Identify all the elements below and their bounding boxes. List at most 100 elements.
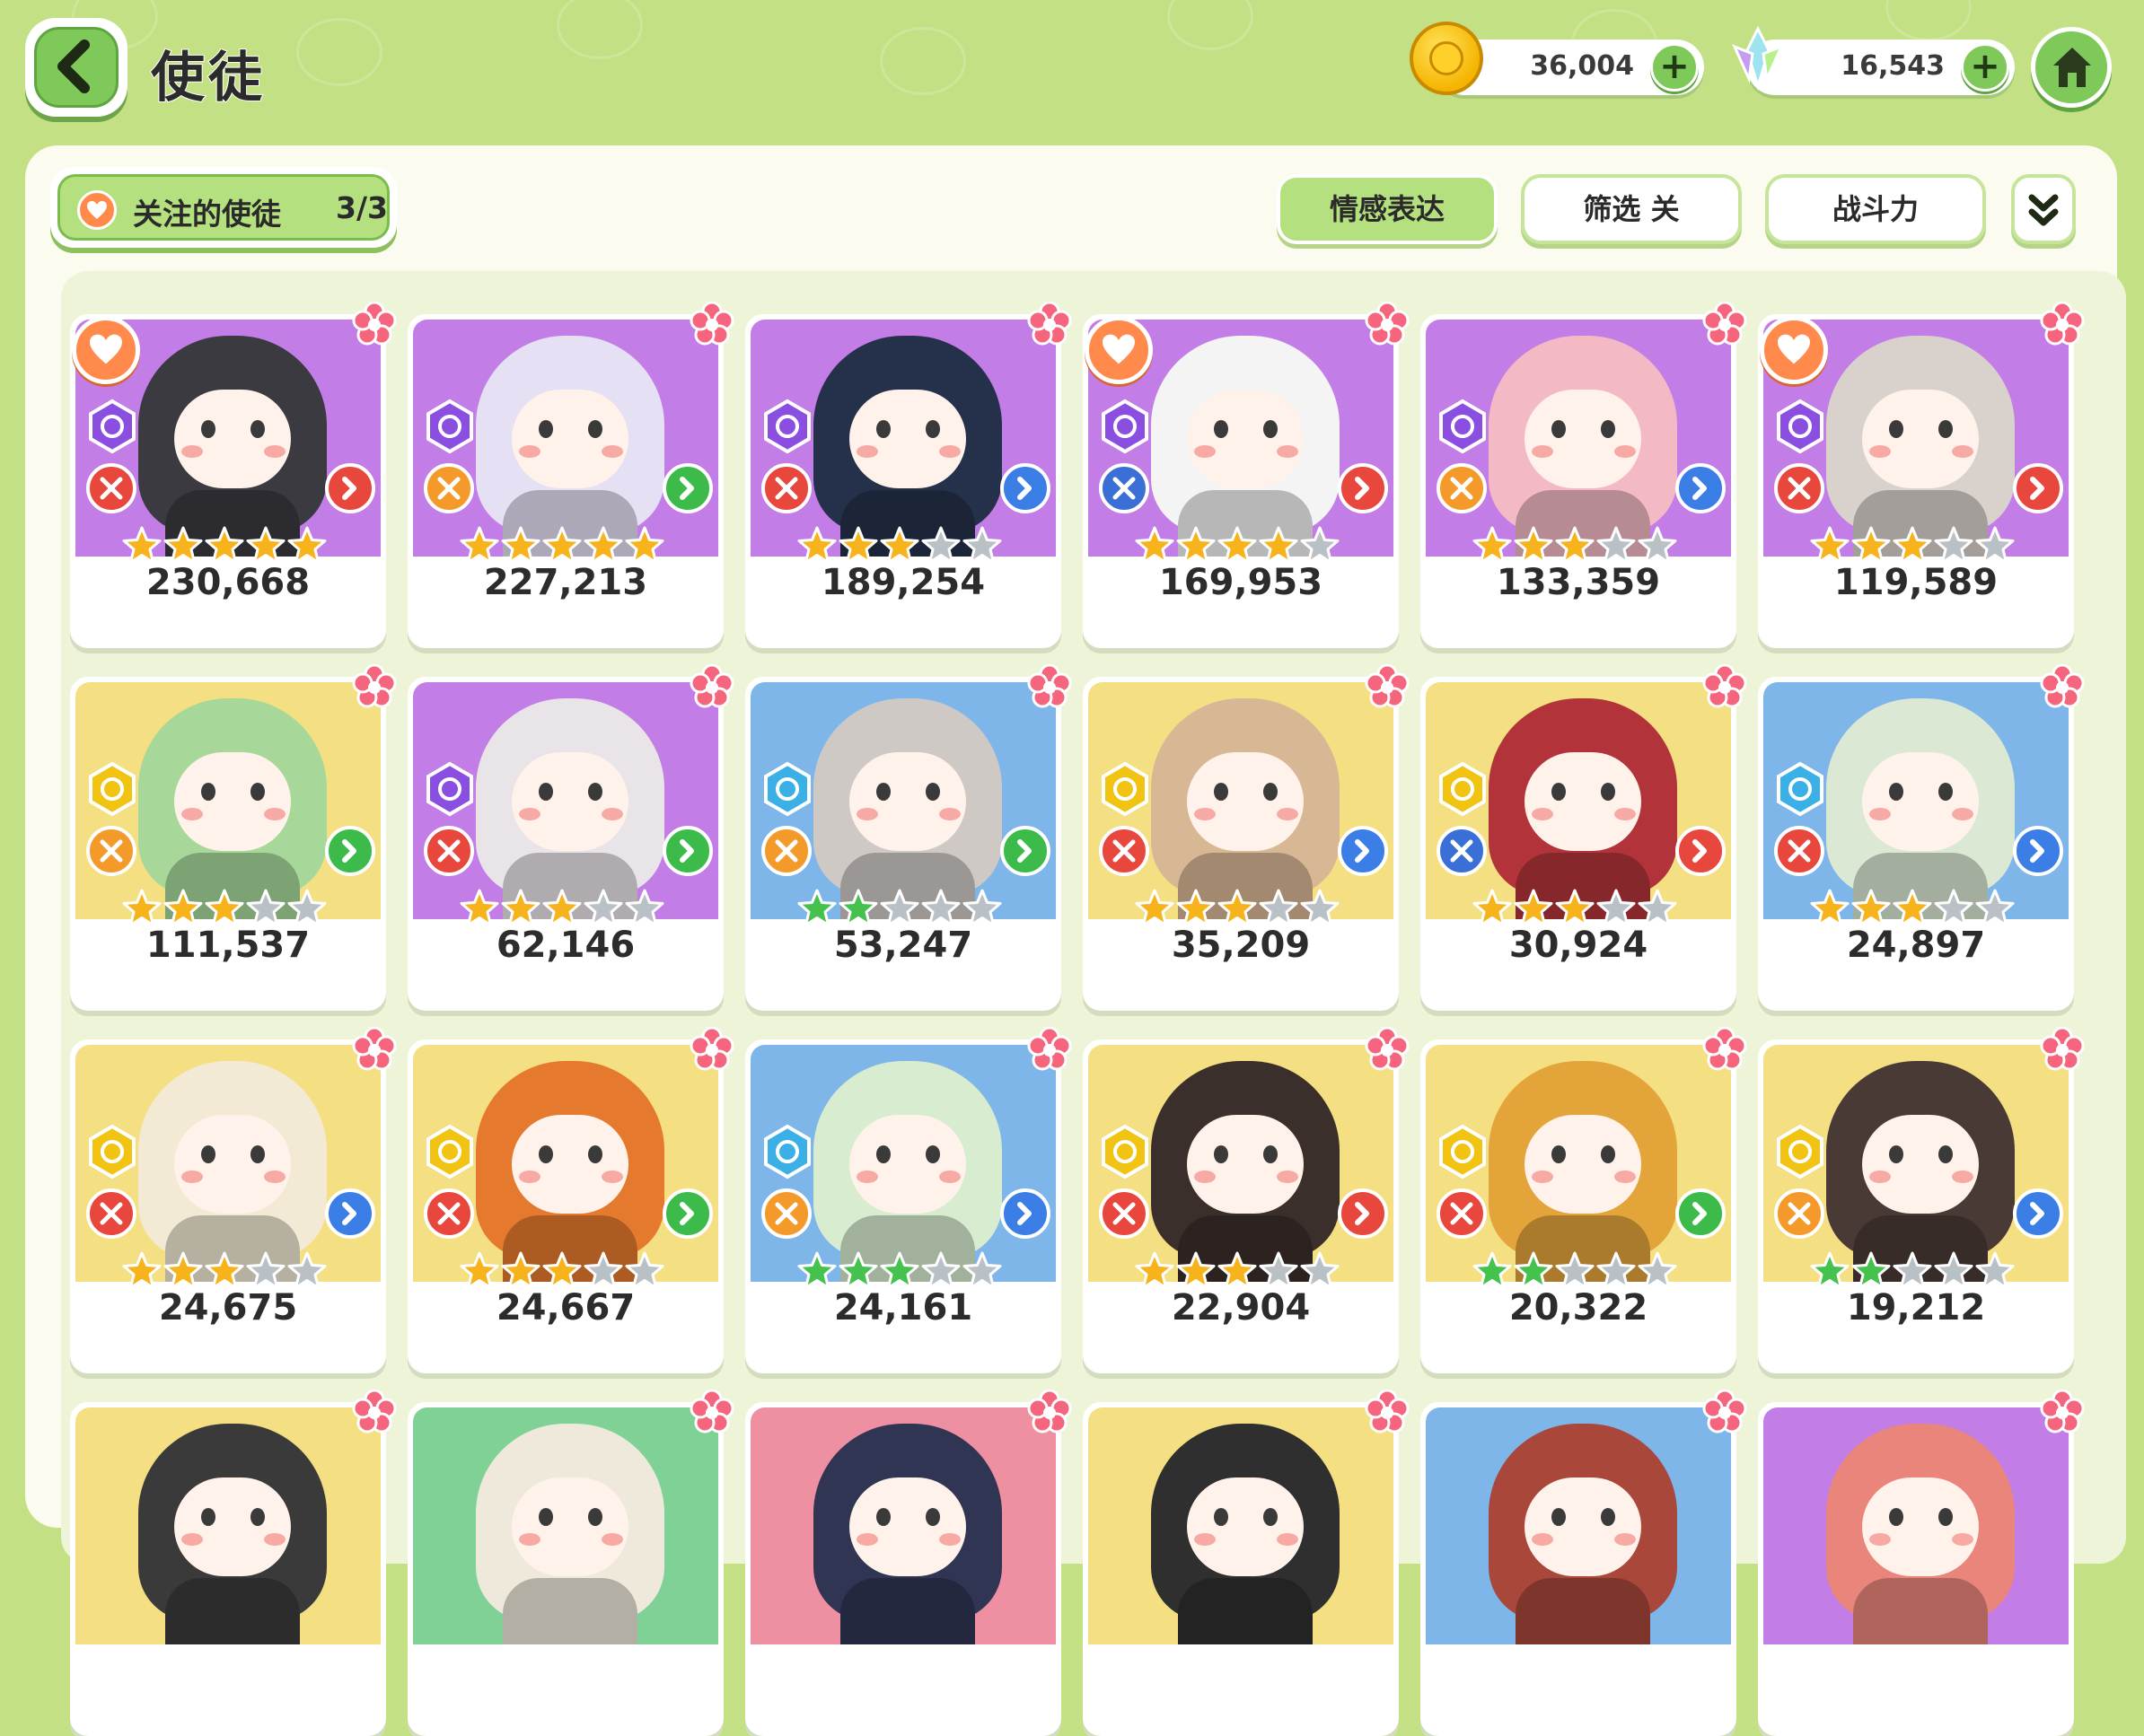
emotion-button[interactable]: 情感表达 (1277, 174, 1498, 244)
filter-button[interactable]: 筛选 关 (1521, 174, 1742, 244)
apostle-card[interactable] (745, 1389, 1072, 1736)
star-icon (501, 526, 540, 566)
apostle-card[interactable]: 24,675 (70, 1026, 397, 1373)
star-rating (122, 526, 338, 566)
sword-role-icon (424, 826, 474, 876)
star-icon (1514, 526, 1553, 566)
flower-icon (2040, 301, 2085, 346)
sun-element-icon (1097, 761, 1153, 817)
flower-icon (690, 1389, 734, 1434)
apostle-card[interactable]: 22,904 (1083, 1026, 1410, 1373)
class-arrow-icon (1000, 826, 1050, 876)
star-rating (1472, 526, 1688, 566)
snow-element-icon (1772, 761, 1828, 817)
apostle-card[interactable]: 30,924 (1420, 663, 1747, 1011)
star-icon (1934, 1251, 1973, 1291)
star-icon (122, 1251, 162, 1291)
apostle-card[interactable]: 189,254 (745, 301, 1072, 648)
combat-power: 53,247 (833, 925, 973, 966)
star-rating (122, 889, 338, 928)
star-icon (1259, 889, 1298, 928)
apostle-card[interactable]: 133,359 (1420, 301, 1747, 648)
star-rating (122, 1251, 338, 1291)
sort-power-button[interactable]: 战斗力 (1765, 174, 1986, 244)
star-icon (1555, 1251, 1595, 1291)
star-rating (1472, 1251, 1688, 1291)
combat-power: 227,213 (483, 562, 648, 603)
star-icon (1596, 1251, 1636, 1291)
star-icon (921, 526, 961, 566)
apostle-card[interactable]: 20,322 (1420, 1026, 1747, 1373)
combat-power: 24,897 (1846, 925, 1986, 966)
flower-icon (690, 1026, 734, 1072)
crystal-icon (1732, 25, 1784, 92)
gold-amount: 36,004 (1530, 50, 1634, 82)
apostle-card[interactable]: 119,589 (1758, 301, 2085, 648)
apostle-card[interactable]: 24,161 (745, 1026, 1072, 1373)
star-icon (1472, 889, 1512, 928)
heal-role-icon (86, 826, 136, 876)
star-rating (797, 889, 1013, 928)
double-chevron-down-icon (2028, 194, 2059, 226)
apostle-card[interactable]: 169,953 (1083, 301, 1410, 648)
star-icon (163, 889, 203, 928)
apostle-portrait (1088, 1407, 1393, 1644)
apostle-card[interactable] (1083, 1389, 1410, 1736)
sort-order-button[interactable] (2011, 174, 2076, 244)
combat-power: 24,675 (158, 1287, 298, 1328)
apostle-card[interactable]: 24,667 (408, 1026, 734, 1373)
flower-icon (1027, 301, 1072, 346)
home-button[interactable] (2031, 27, 2112, 108)
flower-icon (352, 1389, 397, 1434)
apostle-card[interactable] (1420, 1389, 1747, 1736)
chevron-left-icon (57, 39, 90, 93)
sword-role-icon (1774, 826, 1824, 876)
favorite-heart-icon (1760, 316, 1828, 384)
apostle-card[interactable]: 111,537 (70, 663, 397, 1011)
sword-role-icon (86, 463, 136, 513)
heal-role-icon (761, 826, 812, 876)
apostle-card[interactable]: 62,146 (408, 663, 734, 1011)
star-icon (1135, 1251, 1174, 1291)
flower-icon (2040, 1389, 2085, 1434)
star-icon (501, 1251, 540, 1291)
apostle-card[interactable]: 230,668 (70, 301, 397, 648)
favorites-button[interactable]: 关注的使徒 3/3 (50, 167, 397, 248)
spiral-element-icon (1097, 399, 1153, 454)
apostle-card[interactable]: 19,212 (1758, 1026, 2085, 1373)
apostle-card[interactable]: 24,897 (1758, 663, 2085, 1011)
flower-icon (352, 1026, 397, 1072)
class-arrow-icon (2013, 463, 2063, 513)
shield-role-icon (1099, 463, 1149, 513)
star-rating (1135, 526, 1350, 566)
heal-role-icon (1437, 463, 1487, 513)
star-icon (1555, 526, 1595, 566)
apostle-card[interactable] (70, 1389, 397, 1736)
apostle-card[interactable]: 53,247 (745, 663, 1072, 1011)
apostle-portrait (1763, 1407, 2069, 1644)
star-icon (1300, 526, 1340, 566)
apostle-card[interactable] (408, 1389, 734, 1736)
sun-element-icon (84, 761, 140, 817)
back-button[interactable] (25, 18, 127, 117)
star-icon (584, 1251, 623, 1291)
combat-power: 22,904 (1171, 1287, 1311, 1328)
star-icon (287, 526, 327, 566)
flower-icon (1027, 663, 1072, 709)
combat-power: 24,667 (496, 1287, 636, 1328)
star-icon (1934, 889, 1973, 928)
apostle-card[interactable]: 35,209 (1083, 663, 1410, 1011)
star-icon (625, 1251, 664, 1291)
add-gold-button[interactable]: + (1650, 43, 1699, 92)
star-icon (1514, 1251, 1553, 1291)
star-icon (1893, 526, 1932, 566)
apostle-card[interactable]: 227,213 (408, 301, 734, 648)
class-arrow-icon (663, 826, 713, 876)
spiral-element-icon (422, 761, 478, 817)
add-gem-button[interactable]: + (1961, 43, 2009, 92)
heart-icon (77, 190, 117, 230)
apostle-card[interactable] (1758, 1389, 2085, 1736)
star-icon (797, 526, 837, 566)
heal-role-icon (424, 463, 474, 513)
combat-power: 189,254 (821, 562, 986, 603)
